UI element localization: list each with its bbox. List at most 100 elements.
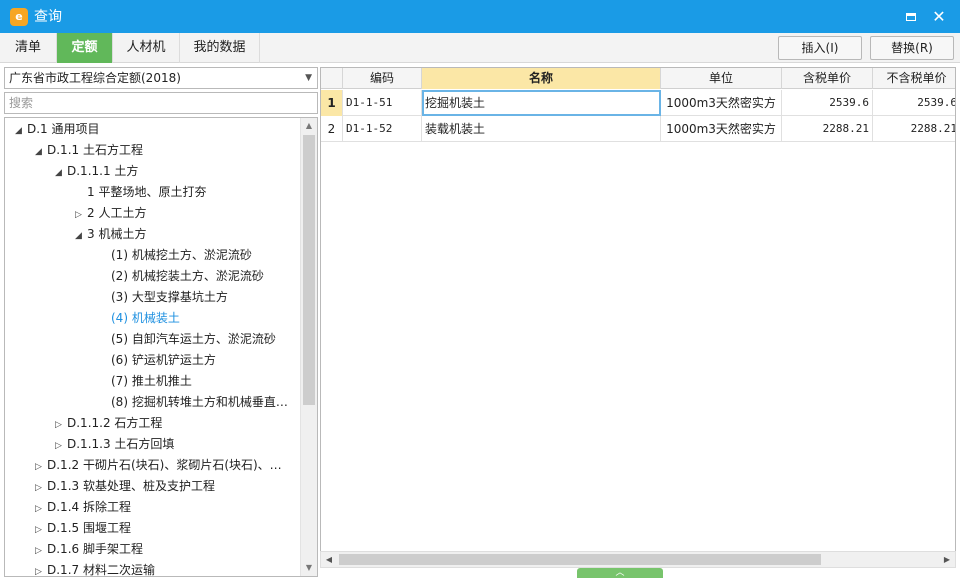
tree-item-label: D.1.4 拆除工程 — [47, 500, 131, 514]
tree-item-label: D.1.6 脚手架工程 — [47, 542, 143, 556]
collapsed-arrow-icon[interactable]: ▷ — [55, 415, 67, 436]
column-header-name[interactable]: 名称 — [422, 68, 661, 89]
tree-item-label: D.1.1.2 石方工程 — [67, 416, 163, 430]
tree-item-label: (5) 自卸汽车运土方、淤泥流砂 — [111, 332, 276, 346]
tree-item[interactable]: ▷ D.1.7 材料二次运输 — [35, 560, 155, 577]
tree-item[interactable]: (1) 机械挖土方、淤泥流砂 — [99, 245, 252, 266]
tree-item[interactable]: ▷ D.1.6 脚手架工程 — [35, 539, 143, 560]
tree-item-label: (2) 机械挖装土方、淤泥流砂 — [111, 269, 264, 283]
tree-item-label: (3) 大型支撑基坑土方 — [111, 290, 228, 304]
tree-item[interactable]: (8) 挖掘机转堆土方和机械垂直… — [99, 392, 288, 413]
tree-item-label: D.1.5 围堰工程 — [47, 521, 131, 535]
tab-bar: 清单 定额 人材机 我的数据 插入(I) 替换(R) — [0, 33, 960, 63]
cell-name[interactable]: 挖掘机装土 — [422, 90, 661, 116]
panel-collapse-handle[interactable]: ︿ — [577, 568, 663, 578]
tree-item[interactable]: ▷ 2 人工土方 — [75, 203, 146, 224]
scroll-left-icon[interactable]: ◀ — [321, 552, 337, 567]
cell-name[interactable]: 装载机装土 — [422, 116, 661, 142]
window-title: 查询 — [34, 9, 62, 25]
tree-item-label: (8) 挖掘机转堆土方和机械垂直… — [111, 395, 288, 409]
column-header-price-notax[interactable]: 不含税单价 — [873, 68, 955, 89]
grid-header: 编码 名称 单位 含税单价 不含税单价 — [321, 68, 955, 89]
tree-item[interactable]: ▷ D.1.2 干砌片石(块石)、浆砌片石(块石)、… — [35, 455, 282, 476]
chevron-down-icon: ▼ — [305, 73, 312, 83]
scroll-down-icon[interactable]: ▼ — [301, 560, 317, 576]
cell-price-tax[interactable]: 2288.21 — [782, 116, 873, 142]
expanded-arrow-icon[interactable]: ◢ — [55, 163, 67, 184]
tree-item[interactable]: (2) 机械挖装土方、淤泥流砂 — [99, 266, 264, 287]
tree-item[interactable]: ▷ D.1.5 围堰工程 — [35, 518, 131, 539]
close-icon: ✕ — [932, 7, 946, 26]
collapsed-arrow-icon[interactable]: ▷ — [35, 562, 47, 576]
collapsed-arrow-icon[interactable]: ▷ — [35, 541, 47, 562]
cell-code[interactable]: D1-1-52 — [343, 116, 422, 142]
scroll-up-icon[interactable]: ▲ — [301, 118, 317, 134]
tab-labor-material-machine[interactable]: 人材机 — [113, 33, 180, 63]
tree-item[interactable]: ▷ D.1.3 软基处理、桩及支护工程 — [35, 476, 215, 497]
tree-item[interactable]: (3) 大型支撑基坑土方 — [99, 287, 228, 308]
cell-unit[interactable]: 1000m3天然密实方 — [661, 90, 782, 116]
tree-item[interactable]: ▷ D.1.1.2 石方工程 — [55, 413, 162, 434]
collapsed-arrow-icon[interactable]: ▷ — [35, 457, 47, 478]
table-row[interactable]: 2 D1-1-52 装载机装土 1000m3天然密实方 2288.21 2288… — [321, 116, 955, 142]
table-row[interactable]: 1 D1-1-51 挖掘机装土 1000m3天然密实方 2539.6 2539.… — [321, 90, 955, 116]
maximize-button[interactable] — [900, 6, 922, 28]
library-select[interactable]: 广东省市政工程综合定额(2018) ▼ — [4, 67, 318, 89]
tree-item[interactable]: (6) 铲运机铲运土方 — [99, 350, 216, 371]
search-input[interactable]: 搜索 — [4, 92, 318, 114]
expanded-arrow-icon[interactable]: ◢ — [35, 142, 47, 163]
collapsed-arrow-icon[interactable]: ▷ — [75, 205, 87, 226]
tree-item-label: 3 机械土方 — [87, 227, 147, 241]
scroll-right-icon[interactable]: ▶ — [939, 552, 955, 567]
close-button[interactable]: ✕ — [928, 6, 950, 28]
quota-grid: 编码 名称 单位 含税单价 不含税单价 1 D1-1-51 挖掘机装土 1000… — [320, 67, 956, 567]
tree-vertical-scrollbar[interactable]: ▲ ▼ — [300, 118, 317, 576]
replace-button[interactable]: 替换(R) — [870, 36, 954, 60]
app-logo-icon: e — [10, 8, 28, 26]
column-header-unit[interactable]: 单位 — [661, 68, 782, 89]
tree-item-label: D.1.2 干砌片石(块石)、浆砌片石(块石)、… — [47, 458, 282, 472]
chevron-up-icon: ︿ — [615, 568, 625, 578]
expanded-arrow-icon[interactable]: ◢ — [75, 226, 87, 247]
cell-price-notax[interactable]: 2288.21 — [873, 116, 955, 142]
cell-code[interactable]: D1-1-51 — [343, 90, 422, 116]
cell-price-notax[interactable]: 2539.6 — [873, 90, 955, 116]
tab-quota[interactable]: 定额 — [57, 33, 113, 63]
tree-item[interactable]: (7) 推土机推土 — [99, 371, 192, 392]
tree-item[interactable]: ◢ D.1 通用项目 — [15, 119, 100, 140]
collapsed-arrow-icon[interactable]: ▷ — [55, 436, 67, 457]
tree-item[interactable]: ◢ 3 机械土方 — [75, 224, 146, 245]
tree-item[interactable]: ◢ D.1.1.1 土方 — [55, 161, 138, 182]
tree-item-label: (7) 推土机推土 — [111, 374, 192, 388]
column-header-price-tax[interactable]: 含税单价 — [782, 68, 873, 89]
grid-horizontal-scrollbar[interactable]: ◀ ▶ — [320, 551, 956, 568]
tree-item[interactable]: 1 平整场地、原土打夯 — [75, 182, 206, 203]
collapsed-arrow-icon[interactable]: ▷ — [35, 520, 47, 541]
row-index: 2 — [321, 116, 343, 142]
tree-item[interactable]: ◢ D.1.1 土石方工程 — [35, 140, 143, 161]
tab-my-data[interactable]: 我的数据 — [180, 33, 260, 63]
tab-bill[interactable]: 清单 — [0, 33, 57, 63]
tree-item[interactable]: (4) 机械装土 — [99, 308, 180, 329]
tree-item[interactable]: (5) 自卸汽车运土方、淤泥流砂 — [99, 329, 276, 350]
insert-button[interactable]: 插入(I) — [778, 36, 862, 60]
tree-item-label: (1) 机械挖土方、淤泥流砂 — [111, 248, 252, 262]
tree-item[interactable]: ▷ D.1.4 拆除工程 — [35, 497, 131, 518]
library-select-value: 广东省市政工程综合定额(2018) — [9, 71, 181, 85]
collapsed-arrow-icon[interactable]: ▷ — [35, 499, 47, 520]
cell-price-tax[interactable]: 2539.6 — [782, 90, 873, 116]
tree-item-label: 1 平整场地、原土打夯 — [87, 185, 207, 199]
tree-item-label: (6) 铲运机铲运土方 — [111, 353, 216, 367]
tree-item-label: D.1.7 材料二次运输 — [47, 563, 155, 577]
tree-scroll-thumb[interactable] — [303, 135, 315, 405]
grid-scroll-thumb[interactable] — [339, 554, 821, 565]
expanded-arrow-icon[interactable]: ◢ — [15, 121, 27, 142]
tree-item-label: (4) 机械装土 — [111, 311, 180, 325]
column-header-code[interactable]: 编码 — [343, 68, 422, 89]
tree-item[interactable]: ▷ D.1.1.3 土石方回填 — [55, 434, 174, 455]
cell-unit[interactable]: 1000m3天然密实方 — [661, 116, 782, 142]
tree-item-label: D.1.1 土石方工程 — [47, 143, 143, 157]
row-index: 1 — [321, 90, 343, 116]
collapsed-arrow-icon[interactable]: ▷ — [35, 478, 47, 499]
maximize-icon — [906, 13, 916, 21]
